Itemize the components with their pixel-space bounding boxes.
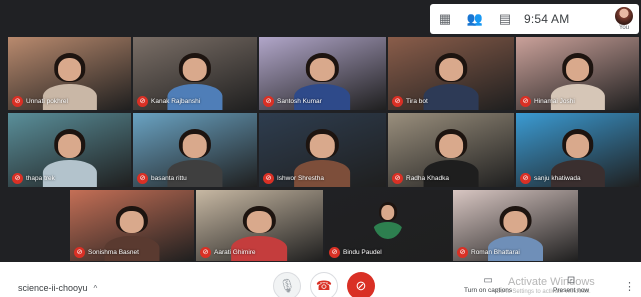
- captions-icon: ▭: [483, 275, 493, 286]
- participant-name-tag: ⊘ Santosh Kumar: [263, 96, 322, 107]
- mic-off-icon: ⊘: [137, 173, 148, 184]
- camera-button[interactable]: ⊘: [347, 272, 375, 297]
- participant-name-tag: ⊘ Tira bot: [392, 96, 428, 107]
- meeting-details-toggle[interactable]: science-ii-chooyu ^: [18, 283, 97, 293]
- participant-tile[interactable]: ⊘ Bindu Paudel: [325, 190, 451, 261]
- meeting-clock: 9:54 AM: [524, 12, 570, 26]
- mic-off-icon: ⊘: [457, 247, 468, 258]
- participant-name-tag: ⊘ basanta rittu: [137, 173, 187, 184]
- participant-tile[interactable]: ⊘ Sonishma Basnet: [70, 190, 194, 261]
- mic-off-icon: ⊘: [12, 96, 23, 107]
- participant-name: Tira bot: [406, 98, 428, 105]
- mic-off-icon: ⊘: [200, 247, 211, 258]
- mic-off-icon: ⊘: [12, 173, 23, 184]
- hang-up-icon: ☎: [315, 278, 333, 293]
- participant-name: basanta rittu: [151, 175, 187, 182]
- chat-icon[interactable]: ▤: [490, 4, 520, 34]
- mic-off-icon: ⊘: [263, 96, 274, 107]
- mic-off-icon: ⊘: [520, 173, 531, 184]
- participant-video: [423, 53, 479, 110]
- meeting-name: science-ii-chooyu: [18, 283, 88, 293]
- leave-call-button[interactable]: ☎: [310, 272, 338, 297]
- participant-name-tag: ⊘ Unnati pokhrel: [12, 96, 68, 107]
- participant-name: Bindu Paudel: [343, 249, 382, 256]
- grid-view-icon[interactable]: ▦: [430, 4, 460, 34]
- participant-name: thapa trek: [26, 175, 55, 182]
- participant-tile[interactable]: ⊘ thapa trek: [8, 113, 131, 187]
- mic-off-icon: ⊘: [392, 96, 403, 107]
- participant-name-tag: ⊘ Roman Bhattarai: [457, 247, 520, 258]
- participant-tile[interactable]: ⊘ Santosh Kumar: [259, 37, 386, 110]
- mic-off-icon: ⊘: [520, 96, 531, 107]
- chevron-up-icon: ^: [93, 283, 98, 293]
- video-grid: ▦ 👥 ▤ 9:54 AM You ⊘ Unnati pokhrel ⊘ Kanak…: [0, 0, 641, 262]
- mic-off-icon: ⊘: [74, 247, 85, 258]
- self-view[interactable]: You: [615, 7, 633, 31]
- participant-name: Kanak Rajbanshi: [151, 98, 201, 105]
- participant-name-tag: ⊘ sanju khatiwada: [520, 173, 581, 184]
- participant-name: Aarati Ghimire: [214, 249, 256, 256]
- participant-name-tag: ⊘ Aarati Ghimire: [200, 247, 256, 258]
- participant-name-tag: ⊘ Ishwor Shrestha: [263, 173, 324, 184]
- avatar: [615, 7, 633, 25]
- participant-name-tag: ⊘ Kanak Rajbanshi: [137, 96, 200, 107]
- participant-tile[interactable]: ⊘ Ishwor Shrestha: [259, 113, 386, 187]
- participant-name-tag: ⊘ thapa trek: [12, 173, 55, 184]
- mic-off-icon: ⊘: [263, 173, 274, 184]
- participant-name: Roman Bhattarai: [471, 249, 520, 256]
- more-options-icon[interactable]: ⋮: [624, 280, 635, 293]
- participant-name: Hinamai Joshi: [534, 98, 575, 105]
- present-screen-icon: ⊡: [566, 275, 576, 286]
- camera-off-icon: ⊘: [355, 278, 367, 293]
- self-label: You: [618, 25, 630, 31]
- participant-name-tag: ⊘ Bindu Paudel: [329, 247, 382, 258]
- meeting-topbar: ▦ 👥 ▤ 9:54 AM You: [430, 4, 639, 34]
- microphone-icon: 🎙: [278, 278, 296, 293]
- participant-name-tag: ⊘ Radha Khadka: [392, 173, 449, 184]
- meeting-controls-bar: science-ii-chooyu ^ 🎙 ☎ ⊘ ▭ Turn on capt…: [0, 262, 641, 297]
- mic-off-icon: ⊘: [137, 96, 148, 107]
- participant-name: Unnati pokhrel: [26, 98, 68, 105]
- participant-tile[interactable]: ⊘ Radha Khadka: [388, 113, 514, 187]
- participant-tile[interactable]: ⊘ Aarati Ghimire: [196, 190, 323, 261]
- mic-off-icon: ⊘: [329, 247, 340, 258]
- participant-tile[interactable]: ⊘ Tira bot: [388, 37, 514, 110]
- mic-off-icon: ⊘: [392, 173, 403, 184]
- participant-name-tag: ⊘ Hinamai Joshi: [520, 96, 575, 107]
- participant-name: Ishwor Shrestha: [277, 175, 324, 182]
- participant-name: Santosh Kumar: [277, 98, 322, 105]
- participant-tile[interactable]: ⊘ Hinamai Joshi: [516, 37, 639, 110]
- microphone-button[interactable]: 🎙: [273, 272, 301, 297]
- participant-tile[interactable]: ⊘ Roman Bhattarai: [453, 190, 578, 261]
- participant-tile[interactable]: ⊘ sanju khatiwada: [516, 113, 639, 187]
- participant-tile[interactable]: ⊘ Unnati pokhrel: [8, 37, 131, 110]
- participant-name: Radha Khadka: [406, 175, 450, 182]
- present-label: Present now: [553, 287, 590, 294]
- participant-tile[interactable]: ⊘ Kanak Rajbanshi: [133, 37, 257, 110]
- participant-name-tag: ⊘ Sonishma Basnet: [74, 247, 139, 258]
- participant-tile[interactable]: ⊘ basanta rittu: [133, 113, 257, 187]
- participant-video: [372, 202, 404, 239]
- people-icon[interactable]: 👥: [460, 4, 490, 34]
- participant-name: sanju khatiwada: [534, 175, 581, 182]
- participant-name: Sonishma Basnet: [88, 249, 139, 256]
- present-now-button[interactable]: ⊡ Present now: [553, 275, 589, 294]
